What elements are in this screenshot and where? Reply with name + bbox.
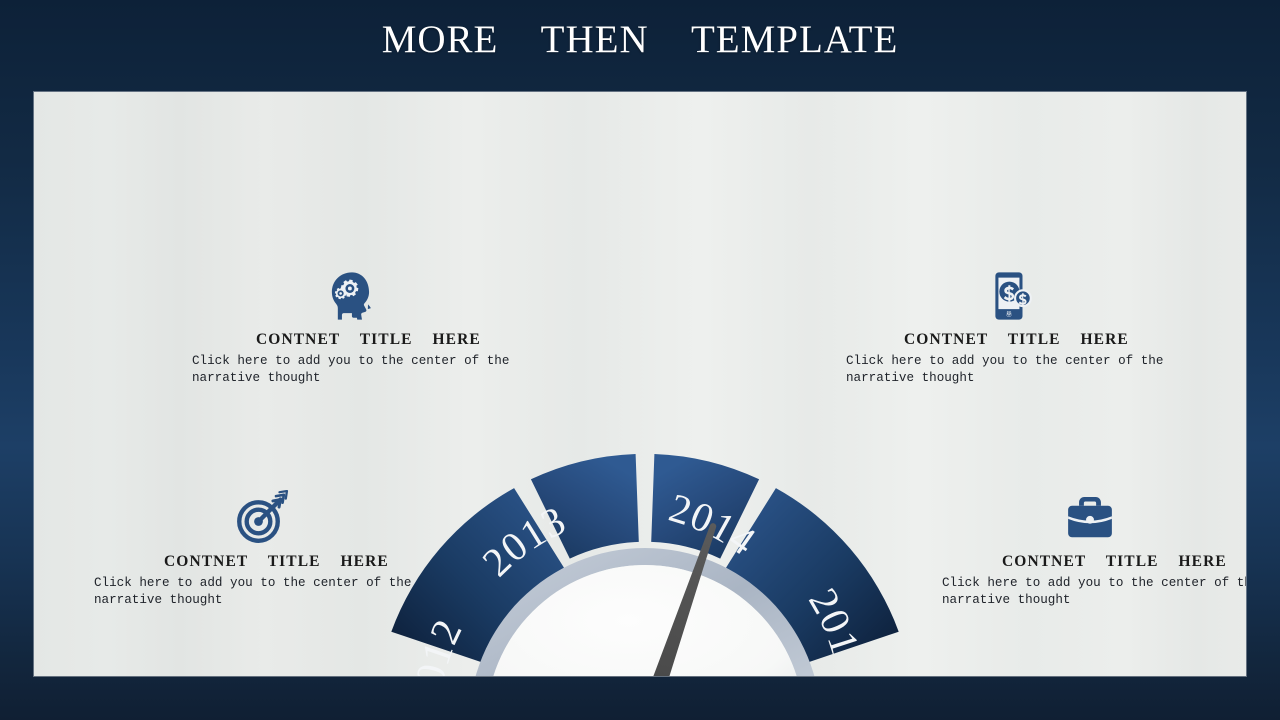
gauge-needle [636,523,717,676]
info-block-target[interactable]: CONTNET TITLE HERE Click here to add you… [94,490,454,608]
page-title: MORE THEN TEMPLATE [381,18,899,61]
gauge-svg: 2012 2013 2014 2015 [364,325,899,676]
gauge-label-2014: 2014 [664,484,765,564]
info-block-body: Click here to add you to the center of t… [942,576,1246,607]
info-block-body: Click here to add you to the center of t… [94,576,412,607]
target-arrow-icon [237,490,289,543]
slide-content-panel: 2012 2013 2014 2015 [34,92,1246,676]
gauge-segment-2015 [726,488,899,663]
info-block-title: CONTNET TITLE HERE [164,553,389,570]
gauge-segment-2014 [651,454,760,559]
info-block-title: CONTNET TITLE HERE [904,331,1129,348]
gauge-inner-ring [475,548,815,676]
info-block-title: CONTNET TITLE HERE [256,331,481,348]
gauge-label-2013: 2013 [473,496,573,585]
briefcase-icon [1068,497,1112,538]
info-block-ideas[interactable]: CONTNET TITLE HERE Click here to add you… [192,268,552,386]
info-block-body: Click here to add you to the center of t… [846,354,1164,385]
mobile-payment-icon [995,272,1032,320]
info-block-title: CONTNET TITLE HERE [1002,553,1227,570]
gauge-chart: 2012 2013 2014 2015 [364,325,915,676]
head-with-gears-icon [331,272,371,320]
gauge-label-2012: 2012 [403,612,472,676]
info-block-body: Click here to add you to the center of t… [192,354,510,385]
info-block-business[interactable]: CONTNET TITLE HERE Click here to add you… [942,490,1246,608]
info-block-payment[interactable]: CONTNET TITLE HERE Click here to add you… [846,268,1206,386]
gauge-segment-2013 [530,454,639,559]
gauge-face [493,565,797,676]
